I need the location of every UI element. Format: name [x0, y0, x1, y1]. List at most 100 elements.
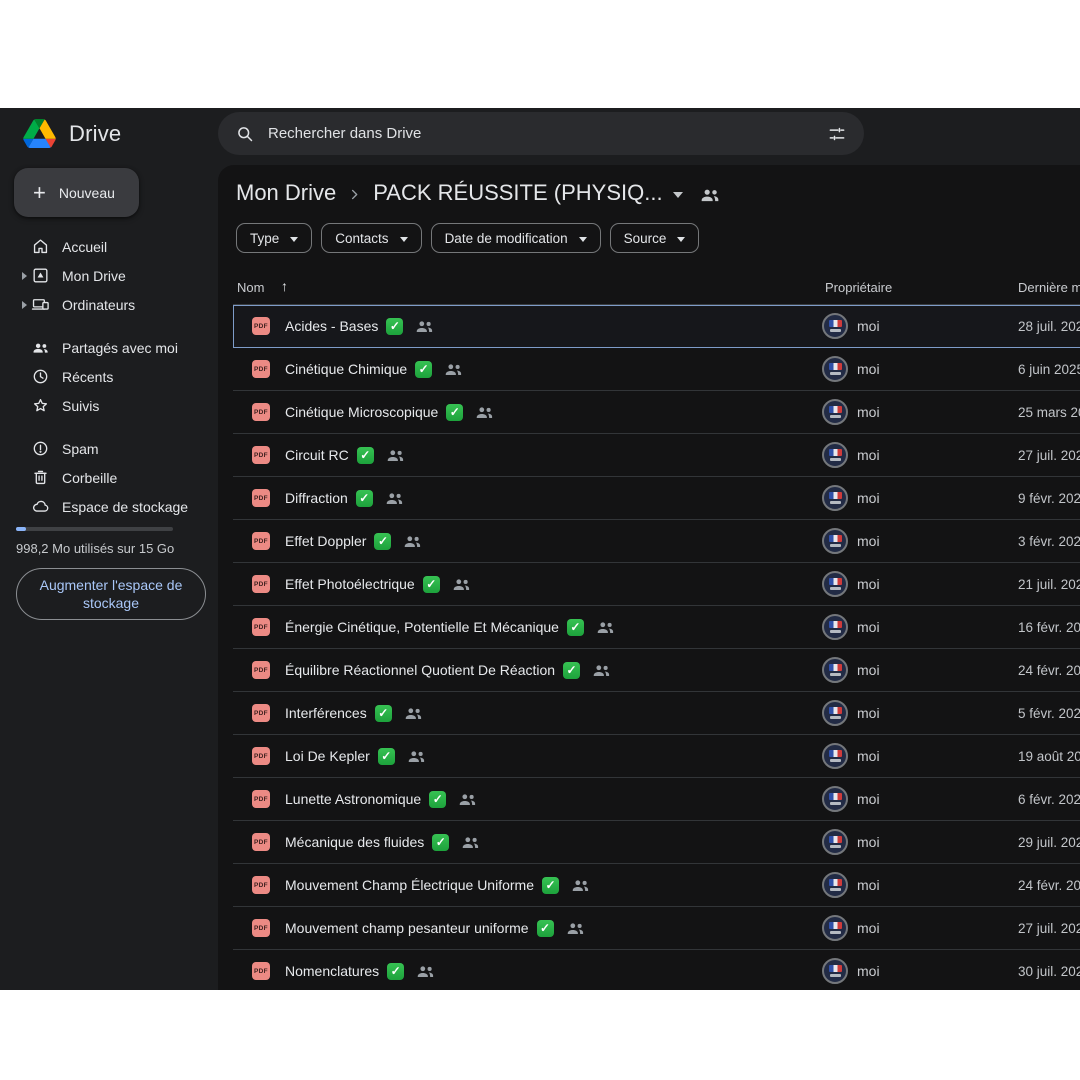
sidebar-group: AccueilMon DriveOrdinateurs [0, 232, 218, 319]
search-icon[interactable] [235, 124, 255, 144]
plus-icon: + [33, 182, 46, 204]
sidebar-item-recents[interactable]: Récents [0, 362, 218, 391]
owner-cell: moi [822, 778, 880, 820]
sidebar-item-spam[interactable]: Spam [0, 434, 218, 463]
sidebar-item-accueil[interactable]: Accueil [0, 232, 218, 261]
table-row[interactable]: PDFCinétique Chimique✓moi6 juin 2025 [233, 348, 1080, 391]
owner-label: moi [857, 576, 880, 592]
expand-arrow-icon[interactable] [22, 301, 27, 309]
table-row[interactable]: PDFInterférences✓moi5 févr. 2025 [233, 692, 1080, 735]
shared-people-icon [407, 749, 426, 764]
sidebar-item-label: Partagés avec moi [62, 340, 178, 356]
column-header-name[interactable]: Nom [237, 280, 264, 295]
chevron-right-icon [347, 187, 362, 202]
avatar-text-art [830, 372, 841, 375]
sidebar-item-label: Corbeille [62, 470, 117, 486]
modified-date: 9 févr. 2025 [1018, 491, 1080, 506]
modified-date: 6 juin 2025 [1018, 362, 1080, 377]
table-row[interactable]: PDFCinétique Microscopique✓moi25 mars 20… [233, 391, 1080, 434]
shared-people-icon [592, 663, 611, 678]
table-row[interactable]: PDFCircuit RC✓moi27 juil. 2025 [233, 434, 1080, 477]
owner-avatar [822, 442, 848, 468]
modified-date: 30 juil. 2025 [1018, 964, 1080, 979]
drive-logo-row[interactable]: Drive [23, 119, 121, 148]
owner-label: moi [857, 490, 880, 506]
folder-shared-people-icon[interactable] [700, 187, 720, 203]
table-row[interactable]: PDFLoi De Kepler✓moi19 août 2025 [233, 735, 1080, 778]
table-row[interactable]: PDFNomenclatures✓moi30 juil. 2025 [233, 950, 1080, 990]
chevron-down-icon [290, 237, 298, 242]
breadcrumb-current-folder[interactable]: PACK RÉUSSITE (PHYSIQ... [373, 180, 662, 206]
home-icon [31, 237, 50, 256]
avatar-text-art [830, 630, 841, 633]
check-mark-emoji-icon: ✓ [375, 705, 392, 722]
shared-people-icon [566, 921, 585, 936]
sidebar-item-corbeille[interactable]: Corbeille [0, 463, 218, 492]
avatar-flag-art [829, 836, 842, 843]
owner-cell: moi [822, 348, 880, 390]
owner-cell: moi [822, 606, 880, 648]
pdf-file-icon: PDF [252, 962, 270, 980]
google-drive-window: Drive + Nouveau AccueilMon DriveOrdinate… [0, 108, 1080, 990]
table-header: Nom ↑ Propriétaire Dernière modification [233, 270, 1080, 305]
owner-label: moi [857, 963, 880, 979]
pdf-file-icon: PDF [252, 833, 270, 851]
owner-label: moi [857, 877, 880, 893]
upgrade-storage-button[interactable]: Augmenter l'espace de stockage [16, 568, 206, 620]
folder-menu-caret-icon[interactable] [673, 192, 683, 198]
filter-chip-date-de-modification[interactable]: Date de modification [431, 223, 601, 253]
filter-chip-label: Type [250, 231, 279, 246]
sidebar-item-label: Récents [62, 369, 113, 385]
new-button[interactable]: + Nouveau [14, 168, 139, 217]
table-row[interactable]: PDFEffet Doppler✓moi3 févr. 2025 [233, 520, 1080, 563]
check-mark-emoji-icon: ✓ [356, 490, 373, 507]
owner-avatar [822, 356, 848, 382]
pdf-file-icon: PDF [252, 618, 270, 636]
avatar-flag-art [829, 922, 842, 929]
sidebar-item-partages-avec-moi[interactable]: Partagés avec moi [0, 333, 218, 362]
table-row[interactable]: PDFEffet Photoélectrique✓moi21 juil. 202… [233, 563, 1080, 606]
clock-icon [31, 367, 50, 386]
filter-chip-contacts[interactable]: Contacts [321, 223, 421, 253]
file-name: Loi De Kepler [285, 748, 370, 764]
file-name: Équilibre Réactionnel Quotient De Réacti… [285, 662, 555, 678]
sidebar-item-espace-de-stockage[interactable]: Espace de stockage [0, 492, 218, 521]
file-name: Circuit RC [285, 447, 349, 463]
star-icon [31, 396, 50, 415]
shared-people-icon [415, 319, 434, 334]
table-row[interactable]: PDFAcides - Bases✓moi28 juil. 2025 [233, 305, 1080, 348]
filter-chip-label: Date de modification [445, 231, 568, 246]
table-row[interactable]: PDFMouvement Champ Électrique Uniforme✓m… [233, 864, 1080, 907]
filter-chip-source[interactable]: Source [610, 223, 700, 253]
owner-label: moi [857, 705, 880, 721]
sidebar-item-suivis[interactable]: Suivis [0, 391, 218, 420]
expand-arrow-icon[interactable] [22, 272, 27, 280]
search-options-tune-icon[interactable] [827, 124, 847, 144]
pdf-file-icon: PDF [252, 446, 270, 464]
avatar-text-art [830, 501, 841, 504]
sidebar-item-mon-drive[interactable]: Mon Drive [0, 261, 218, 290]
filter-chip-type[interactable]: Type [236, 223, 312, 253]
table-row[interactable]: PDFMouvement champ pesanteur uniforme✓mo… [233, 907, 1080, 950]
table-row[interactable]: PDF Équilibre Réactionnel Quotient De Réa… [233, 649, 1080, 692]
sidebar-group: Partagés avec moi Récents Suivis [0, 333, 218, 420]
check-mark-emoji-icon: ✓ [423, 576, 440, 593]
table-row[interactable]: PDFLunette Astronomique✓moi6 févr. 2025 [233, 778, 1080, 821]
modified-date: 6 févr. 2025 [1018, 792, 1080, 807]
table-row[interactable]: PDFDiffraction✓moi9 févr. 2025 [233, 477, 1080, 520]
pdf-file-icon: PDF [252, 661, 270, 679]
sidebar-item-ordinateurs[interactable]: Ordinateurs [0, 290, 218, 319]
owner-cell: moi [822, 649, 880, 691]
pdf-file-icon: PDF [252, 790, 270, 808]
column-header-modified[interactable]: Dernière modification [1018, 280, 1080, 295]
breadcrumb-my-drive[interactable]: Mon Drive [236, 180, 336, 206]
shared-people-icon [452, 577, 471, 592]
search-input[interactable]: Rechercher dans Drive [218, 112, 864, 155]
avatar-text-art [830, 544, 841, 547]
file-name: Nomenclatures [285, 963, 379, 979]
table-row[interactable]: PDFMécanique des fluides✓moi29 juil. 202… [233, 821, 1080, 864]
owner-avatar [822, 313, 848, 339]
column-header-owner[interactable]: Propriétaire [825, 280, 892, 295]
check-mark-emoji-icon: ✓ [374, 533, 391, 550]
table-row[interactable]: PDFÉnergie Cinétique, Potentielle Et Méc… [233, 606, 1080, 649]
